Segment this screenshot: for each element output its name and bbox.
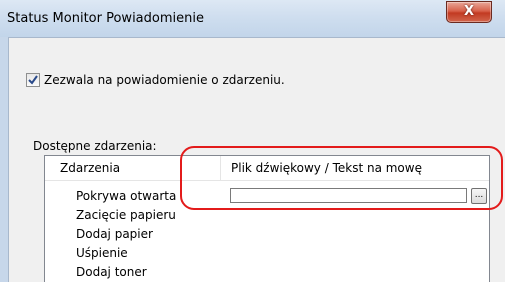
- dialog-window: Status Monitor Powiadomienie X Zezwala n…: [0, 0, 505, 282]
- notify-checkbox[interactable]: [26, 73, 40, 87]
- event-name: Uśpienie: [76, 246, 128, 260]
- table-row[interactable]: Dodaj toner: [45, 263, 489, 282]
- table-row[interactable]: Pokrywa otwarta ...: [45, 187, 489, 206]
- event-name: Dodaj papier: [76, 227, 153, 241]
- event-name: Pokrywa otwarta: [76, 189, 177, 203]
- window-title: Status Monitor Powiadomienie: [7, 11, 204, 26]
- table-row[interactable]: Zacięcie papieru: [45, 206, 489, 225]
- column-header-sound-file[interactable]: Plik dźwiękowy / Tekst na mowę: [231, 156, 422, 180]
- table-row[interactable]: Dodaj papier: [45, 225, 489, 244]
- close-button[interactable]: X: [446, 1, 492, 23]
- browse-button[interactable]: ...: [471, 188, 487, 204]
- checkmark-icon: [28, 75, 38, 85]
- events-table: Zdarzenia Plik dźwiękowy / Tekst na mowę…: [44, 155, 490, 282]
- sound-file-input[interactable]: [230, 188, 467, 203]
- event-name: Zacięcie papieru: [76, 208, 176, 222]
- close-icon: X: [463, 4, 475, 19]
- available-events-label: Dostępne zdarzenia:: [33, 139, 157, 153]
- event-name: Dodaj toner: [76, 265, 147, 279]
- table-row[interactable]: Uśpienie: [45, 244, 489, 263]
- column-separator[interactable]: [220, 156, 221, 180]
- table-header: Zdarzenia Plik dźwiękowy / Tekst na mowę: [45, 156, 489, 181]
- column-header-events[interactable]: Zdarzenia: [60, 156, 120, 180]
- title-bar[interactable]: Status Monitor Powiadomienie X: [0, 0, 505, 37]
- notify-checkbox-label: Zezwala na powiadomienie o zdarzeniu.: [44, 73, 285, 87]
